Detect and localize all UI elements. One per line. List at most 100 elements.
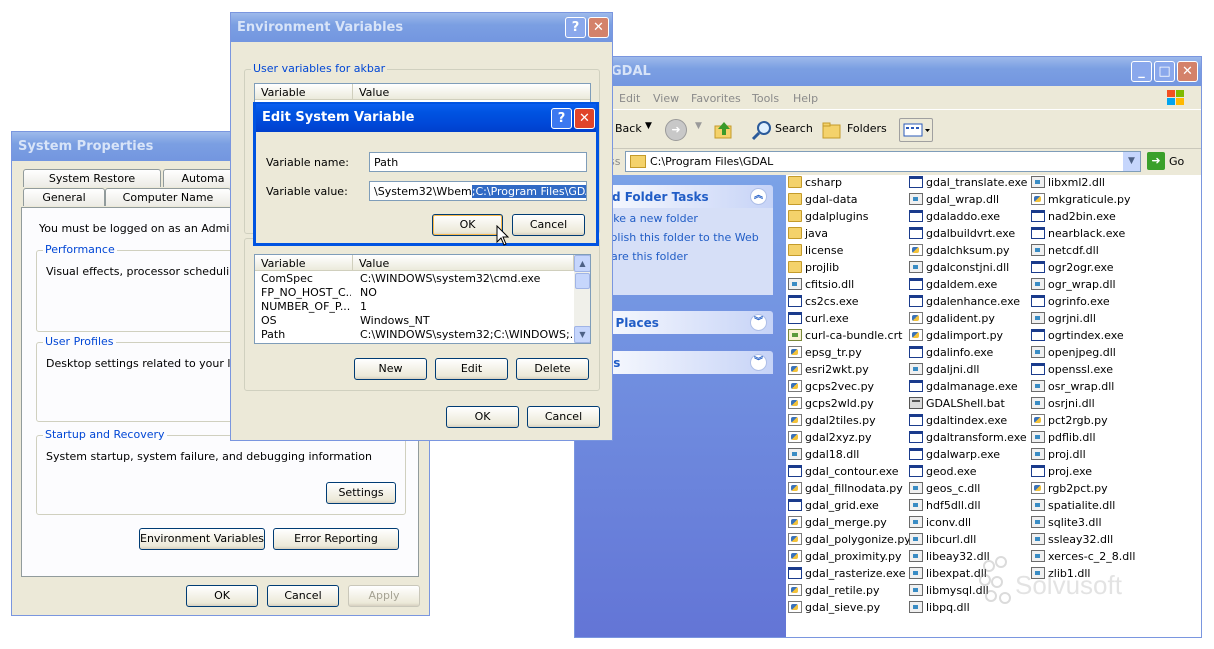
- help-button[interactable]: ?: [565, 17, 586, 38]
- file-item[interactable]: gcps2wld.py: [788, 396, 874, 412]
- file-item[interactable]: gdaltindex.exe: [909, 413, 1007, 429]
- file-item[interactable]: gdalident.py: [909, 311, 995, 327]
- file-item[interactable]: gdal_merge.py: [788, 515, 887, 531]
- ok-button[interactable]: OK: [186, 585, 258, 607]
- menu-favorites[interactable]: Favorites: [691, 92, 741, 105]
- menu-help[interactable]: Help: [793, 92, 818, 105]
- file-item[interactable]: gdaljni.dll: [909, 362, 979, 378]
- ok-button[interactable]: OK: [446, 406, 519, 428]
- go-button[interactable]: Go: [1169, 155, 1184, 168]
- file-item[interactable]: gdalchksum.py: [909, 243, 1010, 259]
- scroll-up-icon[interactable]: ▲: [574, 255, 590, 272]
- file-item[interactable]: cs2cs.exe: [788, 294, 859, 310]
- file-item[interactable]: proj.exe: [1031, 464, 1092, 480]
- file-item[interactable]: gdal_contour.exe: [788, 464, 899, 480]
- file-item[interactable]: gdal_retile.py: [788, 583, 880, 599]
- file-item[interactable]: osr_wrap.dll: [1031, 379, 1114, 395]
- search-icon[interactable]: [751, 119, 773, 141]
- file-item[interactable]: ogrtindex.exe: [1031, 328, 1124, 344]
- back-dropdown-icon[interactable]: ▼: [645, 121, 652, 131]
- file-item[interactable]: gdal_sieve.py: [788, 600, 880, 616]
- file-item[interactable]: gdal_proximity.py: [788, 549, 902, 565]
- file-item[interactable]: java: [788, 226, 828, 242]
- collapse-chevron-icon[interactable]: ︽: [750, 188, 767, 205]
- file-item[interactable]: cfitsio.dll: [788, 277, 854, 293]
- file-item[interactable]: epsg_tr.py: [788, 345, 862, 361]
- file-item[interactable]: esri2wkt.py: [788, 362, 869, 378]
- edit-button[interactable]: Edit: [435, 358, 508, 380]
- file-item[interactable]: openssl.exe: [1031, 362, 1113, 378]
- address-dropdown-icon[interactable]: ▼: [1123, 152, 1140, 171]
- close-button[interactable]: ✕: [574, 108, 595, 129]
- file-item[interactable]: proj.dll: [1031, 447, 1086, 463]
- forward-dropdown-icon[interactable]: ▼: [695, 121, 702, 131]
- apply-button[interactable]: Apply: [348, 585, 420, 607]
- file-item[interactable]: gdalinfo.exe: [909, 345, 993, 361]
- system-variable-value[interactable]: NO: [360, 286, 572, 300]
- system-variable-name[interactable]: NUMBER_OF_P...: [261, 300, 351, 314]
- menu-edit[interactable]: Edit: [619, 92, 640, 105]
- file-item[interactable]: iconv.dll: [909, 515, 971, 531]
- ok-button[interactable]: OK: [432, 214, 503, 236]
- startup-settings-button[interactable]: Settings: [326, 482, 396, 504]
- menu-tools[interactable]: Tools: [752, 92, 779, 105]
- file-item[interactable]: mkgraticule.py: [1031, 192, 1131, 208]
- file-item[interactable]: spatialite.dll: [1031, 498, 1115, 514]
- minimize-button[interactable]: _: [1131, 61, 1152, 82]
- file-item[interactable]: netcdf.dll: [1031, 243, 1099, 259]
- file-item[interactable]: gdaltransform.exe: [909, 430, 1027, 446]
- file-item[interactable]: gdalwarp.exe: [909, 447, 1000, 463]
- file-item[interactable]: gdalmanage.exe: [909, 379, 1018, 395]
- file-item[interactable]: gdal_grid.exe: [788, 498, 879, 514]
- file-item[interactable]: pdflib.dll: [1031, 430, 1096, 446]
- file-item[interactable]: curl.exe: [788, 311, 849, 327]
- cancel-button[interactable]: Cancel: [527, 406, 600, 428]
- file-item[interactable]: gdal2xyz.py: [788, 430, 872, 446]
- delete-button[interactable]: Delete: [516, 358, 589, 380]
- file-item[interactable]: gcps2vec.py: [788, 379, 874, 395]
- file-item[interactable]: gdal2tiles.py: [788, 413, 876, 429]
- file-item[interactable]: gdal_fillnodata.py: [788, 481, 903, 497]
- file-item[interactable]: libxml2.dll: [1031, 175, 1105, 191]
- cancel-button[interactable]: Cancel: [512, 214, 585, 236]
- variable-value-field[interactable]: \System32\Wbem;C:\Program Files\GDAL: [369, 181, 587, 201]
- file-item[interactable]: gdalplugins: [788, 209, 869, 225]
- file-item[interactable]: hdf5dll.dll: [909, 498, 981, 514]
- file-item[interactable]: rgb2pct.py: [1031, 481, 1108, 497]
- file-item[interactable]: nad2bin.exe: [1031, 209, 1116, 225]
- menu-view[interactable]: View: [653, 92, 679, 105]
- cancel-button[interactable]: Cancel: [267, 585, 339, 607]
- system-variable-value[interactable]: Windows_NT: [360, 314, 572, 328]
- file-item[interactable]: libcurl.dll: [909, 532, 976, 548]
- file-item[interactable]: ogr_wrap.dll: [1031, 277, 1116, 293]
- help-button[interactable]: ?: [551, 108, 572, 129]
- user-column-variable[interactable]: Variable: [255, 84, 353, 100]
- file-item[interactable]: curl-ca-bundle.crt: [788, 328, 902, 344]
- file-item[interactable]: gdaldem.exe: [909, 277, 997, 293]
- close-button[interactable]: ✕: [1177, 61, 1198, 82]
- file-item[interactable]: license: [788, 243, 843, 259]
- environment-variables-button[interactable]: Environment Variables: [139, 528, 265, 550]
- file-item[interactable]: gdal-data: [788, 192, 858, 208]
- file-item[interactable]: csharp: [788, 175, 842, 191]
- file-item[interactable]: sqlite3.dll: [1031, 515, 1102, 531]
- file-item[interactable]: projlib: [788, 260, 839, 276]
- address-field[interactable]: C:\Program Files\GDAL ▼: [625, 151, 1141, 172]
- system-column-value[interactable]: Value: [353, 255, 574, 271]
- expand-chevron-icon[interactable]: ︾: [750, 354, 767, 371]
- file-item[interactable]: pct2rgb.py: [1031, 413, 1108, 429]
- system-variable-name[interactable]: Path: [261, 328, 351, 342]
- file-item[interactable]: geod.exe: [909, 464, 976, 480]
- expand-chevron-icon[interactable]: ︾: [750, 314, 767, 331]
- file-item[interactable]: gdaladdo.exe: [909, 209, 1000, 225]
- variable-name-field[interactable]: Path: [369, 152, 587, 172]
- edit-system-variable-titlebar[interactable]: Edit System Variable: [256, 104, 596, 132]
- system-variable-value[interactable]: C:\WINDOWS\system32;C:\WINDOWS;...: [360, 328, 572, 342]
- folders-button[interactable]: Folders: [847, 122, 887, 135]
- file-item[interactable]: gdal18.dll: [788, 447, 859, 463]
- system-variable-value[interactable]: C:\WINDOWS\system32\cmd.exe: [360, 272, 572, 286]
- file-item[interactable]: openjpeg.dll: [1031, 345, 1116, 361]
- tab-computer-name[interactable]: Computer Name: [105, 188, 231, 206]
- file-item[interactable]: geos_c.dll: [909, 481, 980, 497]
- folders-icon[interactable]: [821, 119, 843, 141]
